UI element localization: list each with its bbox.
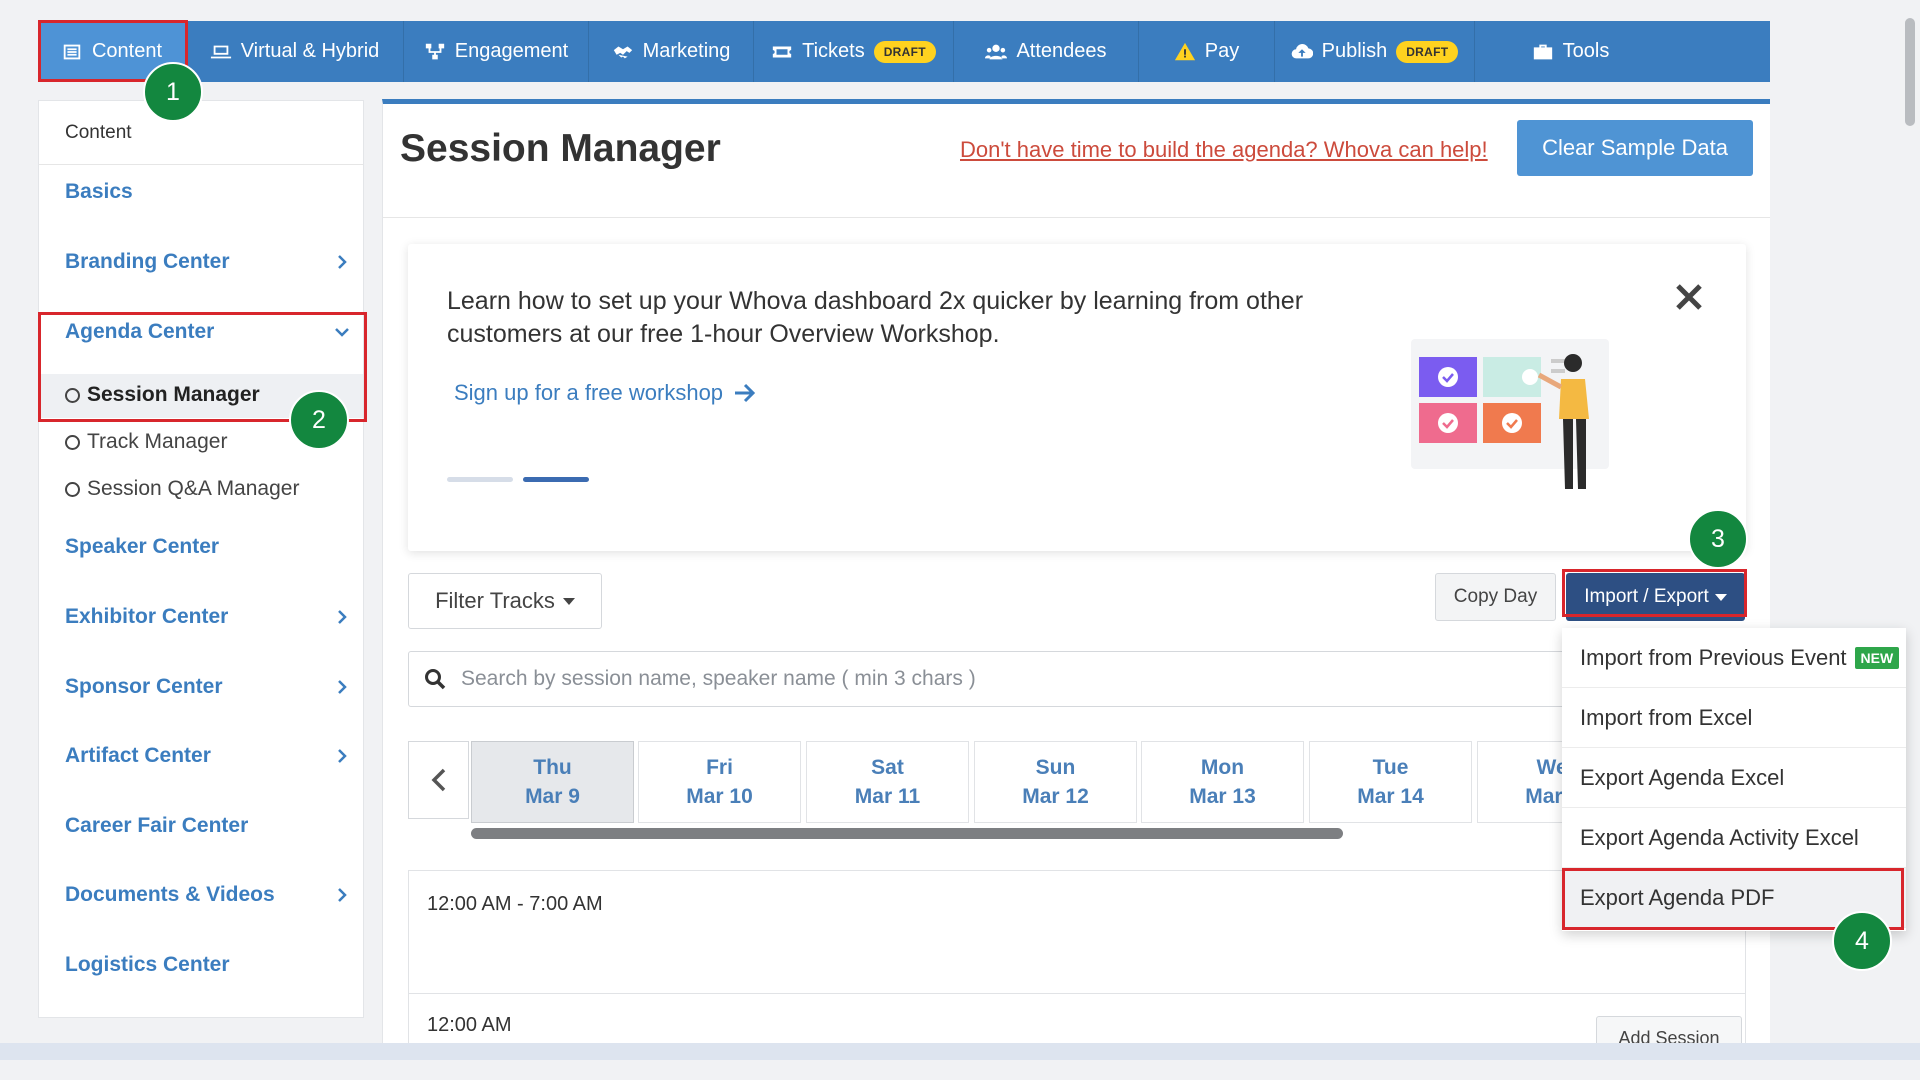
step-marker-1: 1 — [143, 62, 203, 122]
import-export-menu: Import from Previous Event NEW Import fr… — [1562, 628, 1906, 931]
cloud-upload-icon — [1291, 43, 1313, 58]
nav-attendees[interactable]: Attendees — [954, 21, 1139, 82]
workshop-banner: Learn how to set up your Whova dashboard… — [408, 244, 1746, 551]
sidebar-item-sponsor-center[interactable]: Sponsor Center — [65, 675, 349, 699]
new-badge: NEW — [1854, 646, 1900, 669]
sidebar-item-agenda-center[interactable]: Agenda Center — [65, 320, 349, 344]
sidebar-sub-track-manager[interactable]: Track Manager — [65, 430, 227, 454]
list-icon — [63, 44, 81, 59]
menu-import-excel[interactable]: Import from Excel — [1562, 688, 1906, 748]
menu-export-agenda-excel[interactable]: Export Agenda Excel — [1562, 748, 1906, 808]
top-nav: Content Virtual & Hybrid Engagement Mark… — [38, 21, 1770, 82]
toolbox-icon — [1533, 44, 1552, 59]
sidebar-item-artifact-center[interactable]: Artifact Center — [65, 744, 349, 768]
chevron-right-icon — [338, 610, 347, 624]
day-prev-button[interactable] — [408, 741, 469, 819]
clear-sample-data-button[interactable]: Clear Sample Data — [1517, 120, 1753, 176]
menu-export-activity-excel[interactable]: Export Agenda Activity Excel — [1562, 808, 1906, 868]
dashboard-illustration — [1411, 339, 1609, 489]
header-divider — [383, 217, 1770, 218]
tickets-draft-badge: DRAFT — [873, 40, 936, 63]
sidebar: Content Basics Branding Center Agenda Ce… — [38, 100, 364, 1018]
nav-marketing[interactable]: Marketing — [589, 21, 754, 82]
step-marker-3: 3 — [1688, 509, 1748, 569]
chevron-down-icon — [335, 328, 349, 337]
caret-down-icon — [1714, 593, 1727, 601]
carousel-dots — [447, 477, 589, 482]
caret-down-icon — [562, 597, 575, 605]
carousel-dot-active[interactable] — [523, 477, 589, 482]
nav-pay[interactable]: Pay — [1139, 21, 1275, 82]
day-tab[interactable]: Tue Mar 14 — [1309, 741, 1472, 823]
radio-circle-icon — [65, 434, 80, 450]
slot-time: 12:00 AM - 7:00 AM — [427, 893, 603, 915]
day-tab[interactable]: Sun Mar 12 — [974, 741, 1137, 823]
search-input[interactable] — [461, 667, 1361, 691]
search-icon — [425, 669, 446, 690]
sidebar-item-speaker-center[interactable]: Speaker Center — [65, 535, 349, 559]
day-tab[interactable]: Sat Mar 11 — [806, 741, 969, 823]
nav-tools[interactable]: Tools — [1475, 21, 1666, 82]
sidebar-item-logistics-center[interactable]: Logistics Center — [65, 953, 349, 977]
nav-publish[interactable]: Publish DRAFT — [1275, 21, 1475, 82]
step-marker-2: 2 — [289, 390, 349, 450]
import-export-button[interactable]: Import / Export — [1566, 573, 1745, 621]
ticket-icon — [772, 46, 792, 57]
day-tab[interactable]: Fri Mar 10 — [638, 741, 801, 823]
laptop-icon — [210, 45, 231, 58]
banner-text: Learn how to set up your Whova dashboard… — [447, 287, 1304, 348]
sidebar-sub-session-manager[interactable]: Session Manager — [65, 383, 260, 407]
sidebar-item-exhibitor-center[interactable]: Exhibitor Center — [65, 605, 349, 629]
bottom-bar — [0, 1043, 1920, 1060]
bottom-strip — [0, 1060, 1920, 1080]
sidebar-item-career-fair-center[interactable]: Career Fair Center — [65, 814, 349, 838]
radio-circle-icon — [65, 387, 80, 403]
step-marker-4: 4 — [1832, 911, 1892, 971]
publish-draft-badge: DRAFT — [1396, 40, 1459, 63]
chevron-left-icon — [431, 768, 445, 792]
copy-day-button[interactable]: Copy Day — [1435, 573, 1556, 621]
nav-engagement[interactable]: Engagement — [404, 21, 589, 82]
workshop-signup-link[interactable]: Sign up for a free workshop — [454, 380, 757, 406]
chevron-right-icon — [338, 888, 347, 902]
filter-tracks-button[interactable]: Filter Tracks — [408, 573, 602, 629]
chevron-right-icon — [338, 749, 347, 763]
handshake-icon — [613, 46, 632, 58]
day-tab[interactable]: Thu Mar 9 — [471, 741, 634, 823]
menu-import-previous-event[interactable]: Import from Previous Event NEW — [1562, 628, 1906, 688]
page-scrollbar[interactable] — [1905, 18, 1915, 126]
sidebar-item-documents-videos[interactable]: Documents & Videos — [65, 883, 349, 907]
radio-circle-icon — [65, 481, 80, 497]
day-tab[interactable]: Mon Mar 13 — [1141, 741, 1304, 823]
agenda-help-link[interactable]: Don't have time to build the agenda? Who… — [960, 137, 1488, 163]
chevron-right-icon — [338, 255, 347, 269]
warning-icon — [1174, 42, 1195, 60]
sidebar-header: Content — [39, 101, 363, 165]
users-icon — [985, 44, 1008, 59]
arrow-right-icon — [735, 383, 756, 403]
page-title: Session Manager — [400, 127, 721, 170]
nav-virtual-hybrid[interactable]: Virtual & Hybrid — [186, 21, 404, 82]
slot-time: 12:00 AM — [427, 1014, 512, 1036]
sidebar-sub-session-qa-manager[interactable]: Session Q&A Manager — [65, 477, 299, 501]
sidebar-item-basics[interactable]: Basics — [65, 180, 349, 204]
sidebar-item-branding-center[interactable]: Branding Center — [65, 250, 349, 274]
network-icon — [425, 43, 444, 59]
carousel-dot[interactable] — [447, 477, 513, 482]
nav-tickets[interactable]: Tickets DRAFT — [754, 21, 954, 82]
time-slot: 12:00 AM - 7:00 AM — [408, 870, 1746, 994]
day-tabs-scrollbar[interactable] — [471, 828, 1343, 839]
chevron-right-icon — [338, 680, 347, 694]
close-icon[interactable] — [1672, 280, 1706, 314]
